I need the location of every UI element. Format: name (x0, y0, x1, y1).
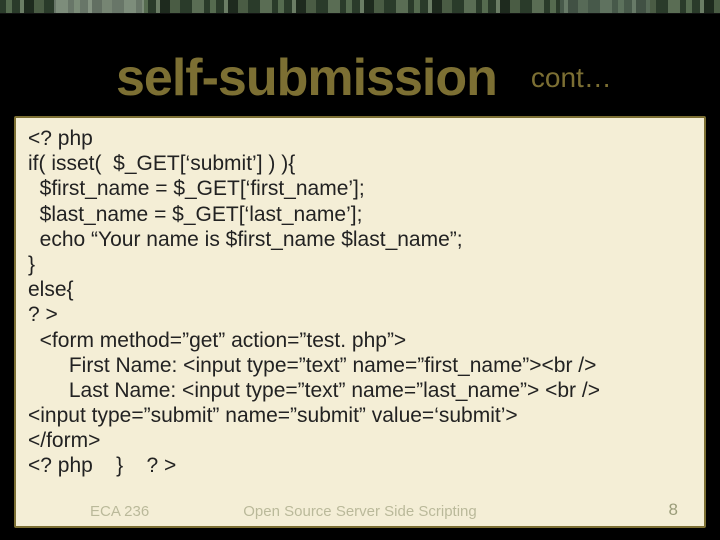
slide-title: self-submission (116, 48, 497, 108)
slide-subtitle: cont… (531, 62, 612, 94)
footer-caption: Open Source Server Side Scripting (16, 503, 704, 520)
code-panel: <? php if( isset( $_GET[‘submit’] ) ){ $… (14, 116, 706, 528)
slide-number: 8 (669, 500, 678, 520)
title-row: self-submission cont… (0, 14, 720, 116)
code-block: <? php if( isset( $_GET[‘submit’] ) ){ $… (28, 126, 692, 479)
decorative-top-strip (0, 0, 720, 14)
